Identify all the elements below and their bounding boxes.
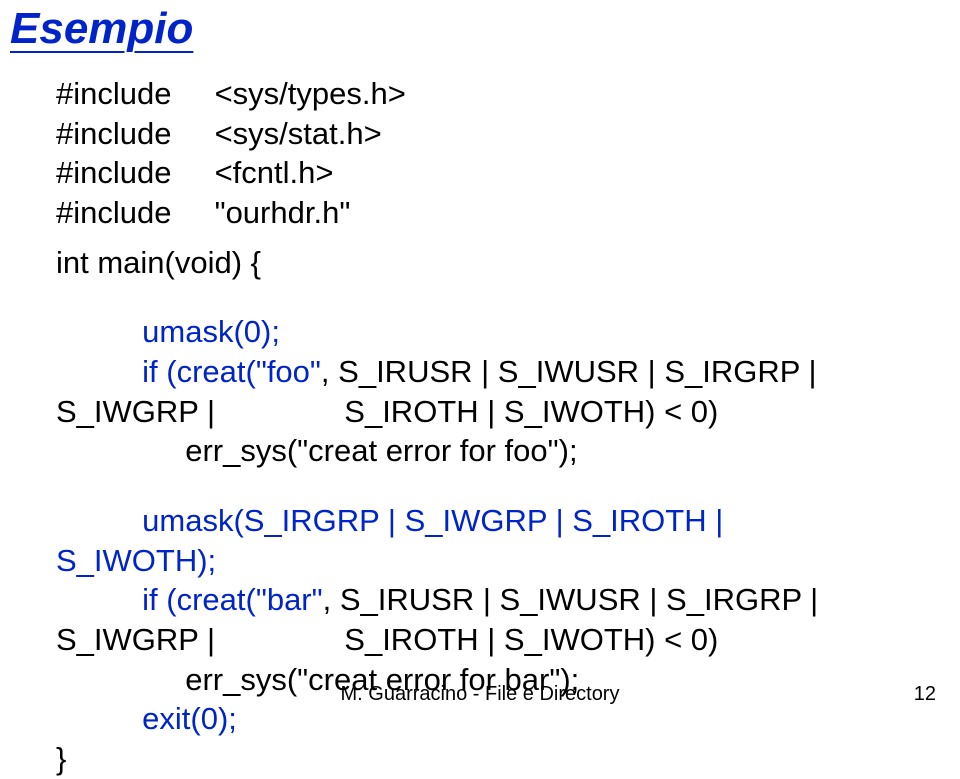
slide-title: Esempio [0,0,960,54]
creat-foo-line2: S_IWGRP | S_IROTH | S_IWOTH) < 0) [56,392,900,432]
include-line-4: #include "ourhdr.h" [56,193,900,233]
creat-bar-line2: S_IWGRP | S_IROTH | S_IWOTH) < 0) [56,620,900,660]
err-foo: err_sys("creat error for foo"); [56,431,900,471]
umask-zero: umask(0); [56,312,900,352]
slide-content: #include <sys/types.h> #include <sys/sta… [0,54,960,779]
creat-foo-line1: if (creat("foo", S_IRUSR | S_IWUSR | S_I… [56,352,900,392]
include-line-3: #include <fcntl.h> [56,153,900,193]
umask-mask-line2: S_IWOTH); [56,541,900,581]
close-brace: } [56,739,900,779]
include-line-1: #include <sys/types.h> [56,74,900,114]
page-number: 12 [914,683,936,706]
footer: M. Guarracino - File e Directory 12 [0,683,960,706]
main-declaration: int main(void) { [56,243,900,283]
umask-mask-line1: umask(S_IRGRP | S_IWGRP | S_IROTH | [56,501,900,541]
creat-bar-line1: if (creat("bar", S_IRUSR | S_IWUSR | S_I… [56,580,900,620]
footer-text: M. Guarracino - File e Directory [341,683,620,706]
include-line-2: #include <sys/stat.h> [56,114,900,154]
